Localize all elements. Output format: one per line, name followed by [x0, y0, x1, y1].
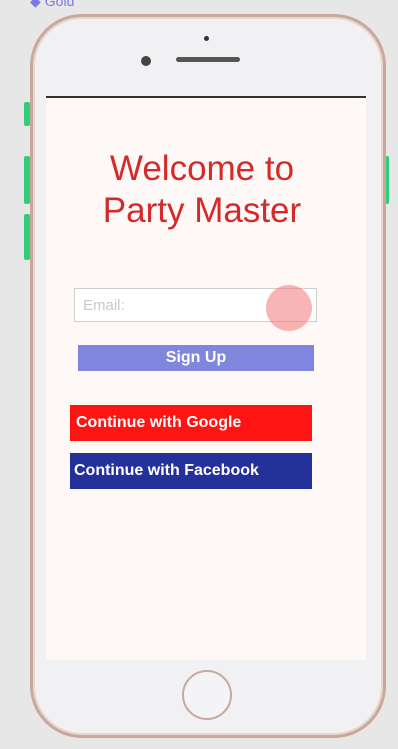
- continue-with-facebook-button[interactable]: Continue with Facebook: [70, 453, 312, 489]
- diamond-icon: ◆: [30, 0, 41, 9]
- email-field[interactable]: [74, 288, 317, 322]
- sign-up-button[interactable]: Sign Up: [78, 345, 314, 371]
- continue-with-google-button[interactable]: Continue with Google: [70, 405, 312, 441]
- device-color-text: Gold: [44, 0, 75, 9]
- sensor-icon: [204, 36, 209, 41]
- phone-screen: Welcome to Party Master Sign Up Continue…: [46, 96, 366, 660]
- camera-icon: [141, 56, 151, 66]
- welcome-line-2: Party Master: [102, 191, 302, 230]
- welcome-line-1: Welcome to: [109, 149, 295, 188]
- welcome-title: Welcome to Party Master: [46, 148, 358, 232]
- speaker-icon: [176, 57, 240, 62]
- device-color-label: ◆ Gold: [30, 0, 74, 10]
- home-button-icon[interactable]: [182, 670, 232, 720]
